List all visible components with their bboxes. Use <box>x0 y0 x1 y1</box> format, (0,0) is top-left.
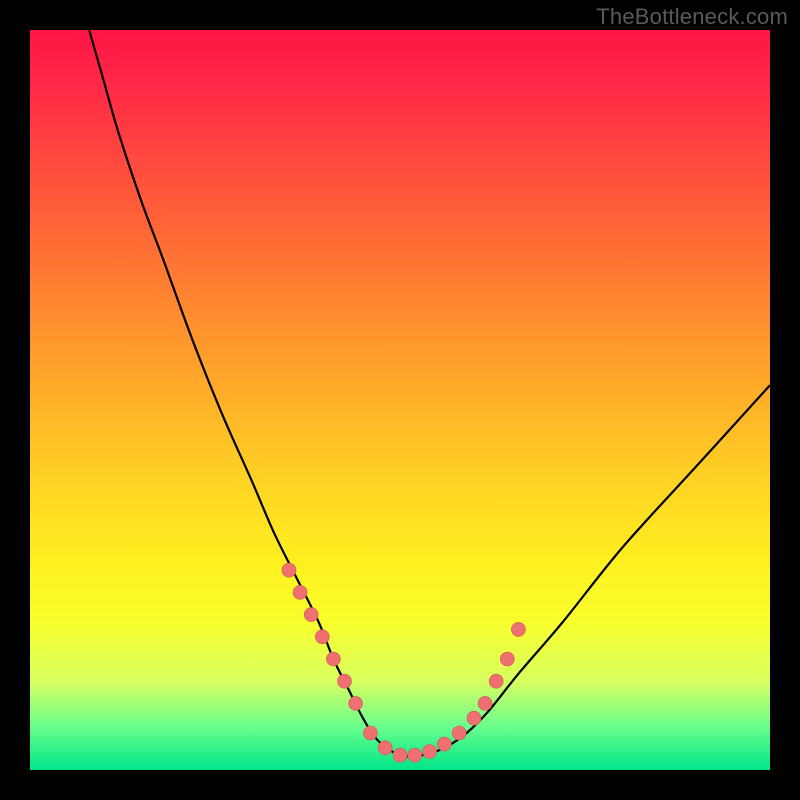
highlight-dot <box>363 726 377 740</box>
highlight-dot <box>378 741 392 755</box>
highlight-dot <box>304 608 318 622</box>
watermark-text: TheBottleneck.com <box>596 4 788 30</box>
highlight-dot <box>423 745 437 759</box>
highlight-dot <box>500 652 514 666</box>
chart-svg <box>30 30 770 770</box>
highlight-dot <box>437 737 451 751</box>
highlight-dot <box>408 748 422 762</box>
bottleneck-curve <box>89 30 770 757</box>
highlight-dots-group <box>282 563 525 762</box>
highlight-dot <box>293 585 307 599</box>
highlight-dot <box>511 622 525 636</box>
highlight-dot <box>452 726 466 740</box>
highlight-dot <box>489 674 503 688</box>
highlight-dot <box>282 563 296 577</box>
highlight-dot <box>315 630 329 644</box>
highlight-dot <box>478 696 492 710</box>
highlight-dot <box>349 696 363 710</box>
plot-area <box>30 30 770 770</box>
chart-frame: TheBottleneck.com <box>0 0 800 800</box>
highlight-dot <box>338 674 352 688</box>
highlight-dot <box>393 748 407 762</box>
highlight-dot <box>326 652 340 666</box>
highlight-dot <box>467 711 481 725</box>
